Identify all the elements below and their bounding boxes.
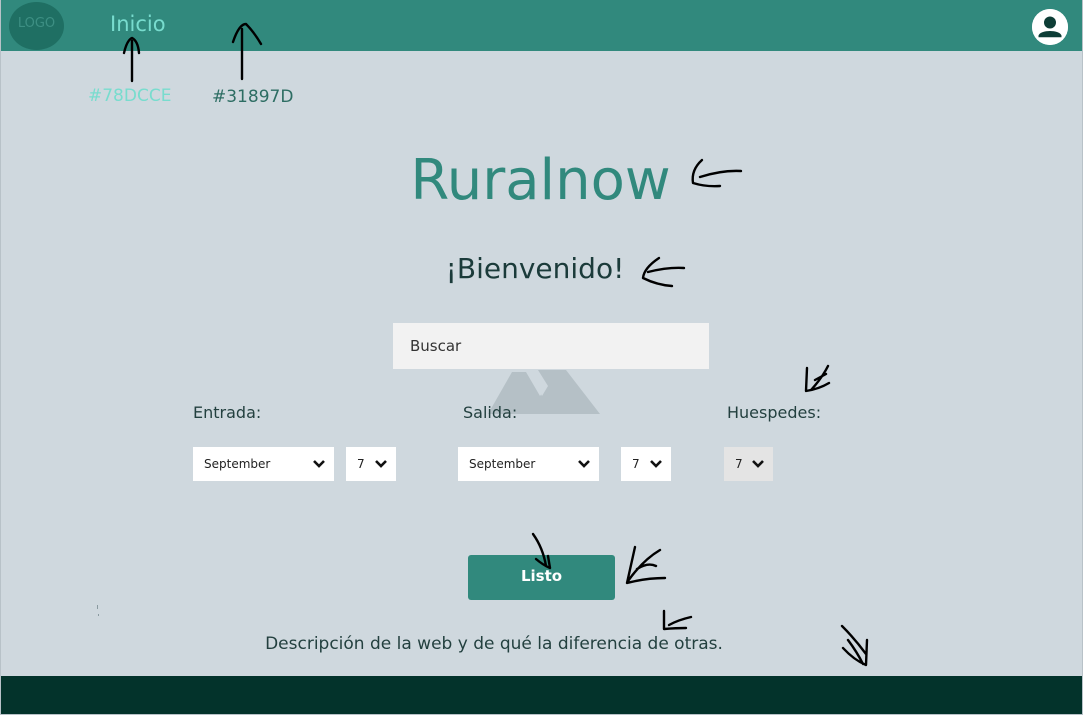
salida-month-value: September bbox=[469, 457, 536, 471]
entrada-day-select[interactable]: 7 bbox=[346, 447, 396, 481]
stray-mark bbox=[97, 602, 99, 616]
logo-text: LOGO bbox=[17, 15, 56, 31]
entrada-day-value: 7 bbox=[357, 457, 365, 471]
entrada-month-select[interactable]: September bbox=[193, 447, 334, 481]
chevron-down-icon bbox=[313, 460, 325, 468]
site-description: Descripción de la web y de qué la difere… bbox=[265, 634, 723, 654]
search-input[interactable]: Buscar bbox=[393, 323, 709, 369]
top-header: LOGO Inicio bbox=[1, 0, 1082, 51]
welcome-heading: ¡Bienvenido! bbox=[445, 252, 625, 285]
chevron-down-icon bbox=[650, 460, 662, 468]
nav-inicio-link[interactable]: Inicio bbox=[110, 12, 166, 36]
chevron-down-icon bbox=[375, 460, 387, 468]
search-placeholder: Buscar bbox=[410, 337, 462, 355]
salida-label: Salida: bbox=[463, 403, 518, 422]
brand-title: Ruralnow bbox=[0, 148, 1083, 213]
footer-bar bbox=[1, 676, 1082, 714]
huespedes-value: 7 bbox=[735, 457, 743, 471]
huespedes-select[interactable]: 7 bbox=[724, 447, 773, 481]
listo-button[interactable]: Listo bbox=[468, 555, 615, 600]
chevron-down-icon bbox=[752, 460, 764, 468]
logo[interactable]: LOGO bbox=[9, 2, 64, 50]
annotation-color-nav-text: #78DCCE bbox=[88, 86, 172, 106]
entrada-month-value: September bbox=[204, 457, 271, 471]
chevron-down-icon bbox=[578, 460, 590, 468]
user-account-icon[interactable] bbox=[1032, 9, 1068, 45]
brand-title-text: Ruralnow bbox=[410, 148, 671, 213]
salida-day-value: 7 bbox=[632, 457, 640, 471]
entrada-label: Entrada: bbox=[193, 403, 262, 422]
huespedes-label: Huespedes: bbox=[727, 403, 822, 422]
annotation-color-header-bg: #31897D bbox=[212, 87, 294, 107]
salida-month-select[interactable]: September bbox=[458, 447, 599, 481]
salida-day-select[interactable]: 7 bbox=[621, 447, 671, 481]
